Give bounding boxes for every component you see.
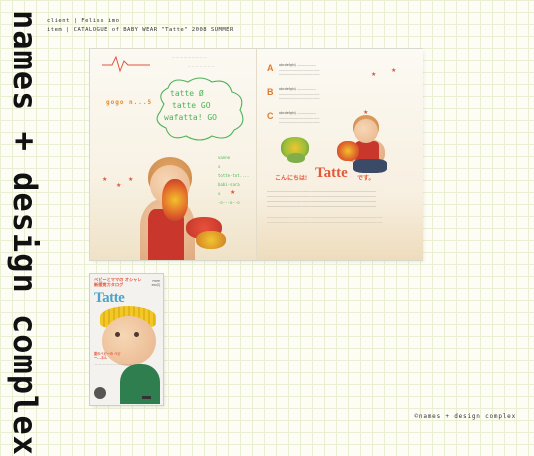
catalogue-cover[interactable]: ベビーとママの オシャレ新感覚カタログ FREE 380円 Tatte 夏のベビ… xyxy=(90,274,163,405)
note-3: totte-tot.... xyxy=(218,173,250,178)
green-notes: vanne x totte-tot.... babi-sara x -o---o… xyxy=(218,153,249,207)
cover-logo-mark xyxy=(142,396,151,399)
hello-text: こんにちは! xyxy=(275,176,307,182)
footer-credit: ©names + design complex xyxy=(414,413,516,420)
side-title-wrap: names + design complex xyxy=(0,0,44,456)
cover-badge-icon xyxy=(94,387,106,399)
client-line: client | Feliss imo xyxy=(47,18,120,24)
section-letter: A xyxy=(267,63,274,73)
section-text: abcdefghij ................... .........… xyxy=(279,111,320,124)
spread-right-page: A abcdefghij ................... .......… xyxy=(256,49,423,260)
section-letter: B xyxy=(267,87,274,97)
cover-title: Tatte xyxy=(94,290,125,306)
star-icon: ★ xyxy=(391,67,397,74)
note-2: x xyxy=(218,164,221,169)
tiny-tagline: — — — — — — — — — xyxy=(172,55,207,59)
section-letter: C xyxy=(267,111,274,121)
hello-brand: Tatte xyxy=(315,165,348,181)
cover-subtitle: ベビーとママの オシャレ新感覚カタログ xyxy=(94,277,142,287)
cover-blurb: ........................................… xyxy=(94,363,133,366)
spread-left-page: — — — — — — — — — — — — — — — — gogo n..… xyxy=(90,49,256,260)
hello-suffix: です。 xyxy=(357,176,375,182)
body-copy-small: ........................................… xyxy=(267,215,383,224)
catalogue-spread[interactable]: — — — — — — — — — — — — — — — — gogo n..… xyxy=(90,49,423,260)
tiny-tagline-2: — — — — — — — xyxy=(188,64,215,68)
cloud-line-2: tatte GO xyxy=(172,101,211,110)
gogo-label: gogo n...5 xyxy=(106,99,153,106)
body-copy: ........................................… xyxy=(267,189,377,208)
item-line: item | CATALOGUE of BABY WEAR "Tatte" 20… xyxy=(47,27,234,33)
note-4: babi-sara xyxy=(218,182,240,187)
note-6: -o---o--o xyxy=(218,200,240,205)
cover-feature: 夏のベビーの ベビー...ネル xyxy=(94,352,121,360)
star-icon: ★ xyxy=(128,176,134,183)
note-1: vanne xyxy=(218,155,231,160)
section-text: abcdefghij ................... .........… xyxy=(279,87,320,100)
cloud-line-1: tatte Ø xyxy=(170,89,204,98)
side-title: names + design complex xyxy=(6,10,44,456)
star-icon: ★ xyxy=(116,182,122,189)
star-icon: ★ xyxy=(371,71,377,78)
cover-price: FREE 380円 xyxy=(151,279,160,287)
star-icon: ★ xyxy=(230,189,236,196)
section-text: abcdefghij ................... .........… xyxy=(279,63,320,76)
star-icon: ★ xyxy=(102,176,108,183)
cloud-line-3: wafatta! GO xyxy=(164,113,217,122)
